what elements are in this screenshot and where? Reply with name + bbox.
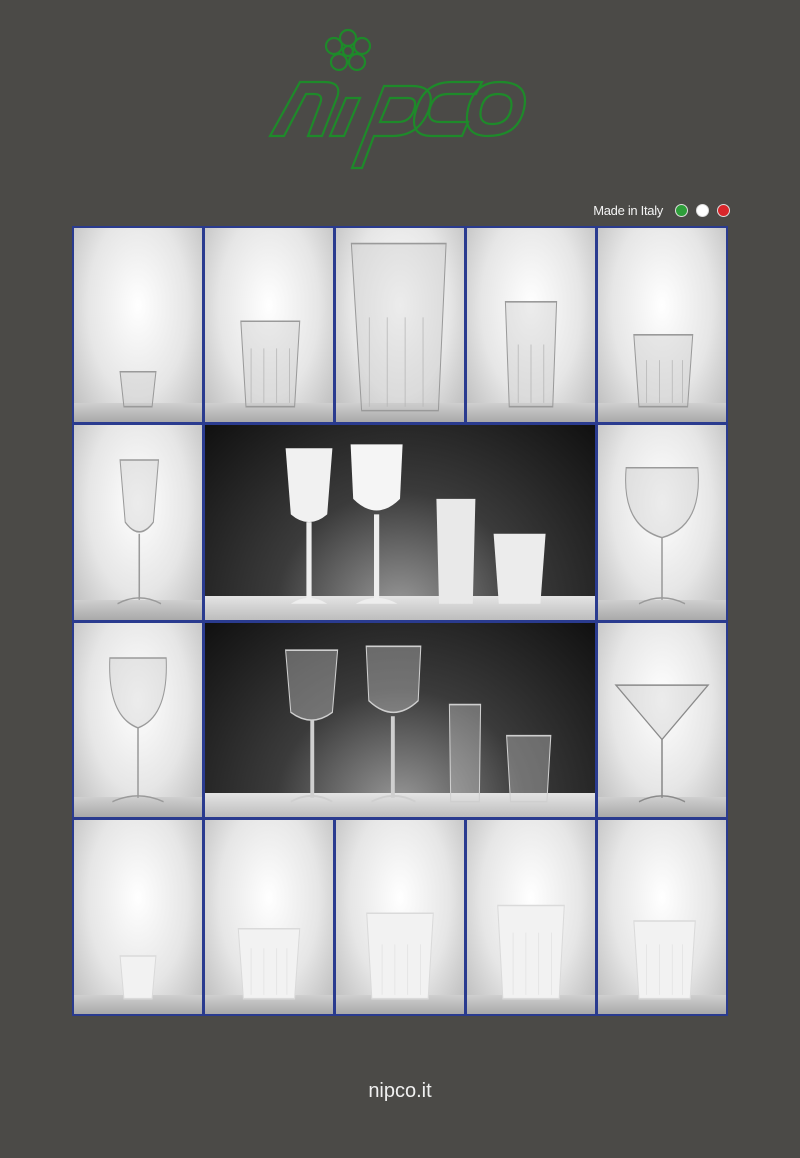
product-photo-rocks-tumbler-frosted — [598, 819, 726, 1014]
product-photo-tumbler-clear — [205, 228, 333, 423]
product-photo-rocks-tumbler-clear — [598, 228, 726, 423]
product-photo-shot-tumbler-clear — [74, 228, 202, 423]
made-in-italy-badge: Made in Italy — [593, 201, 730, 219]
product-photo-wine-glass-clear — [74, 622, 202, 817]
product-photo-highball-tumbler-frosted — [467, 819, 595, 1014]
product-photo-balloon-wine-glass-clear — [598, 425, 726, 620]
product-photo-tall-tumbler-clear — [336, 228, 464, 423]
product-photo-shot-tumbler-frosted — [74, 819, 202, 1014]
product-photo-clear-glassware-set — [205, 622, 595, 817]
product-photo-champagne-flute-clear — [74, 425, 202, 620]
flag-white-dot — [696, 203, 709, 217]
flag-red-dot — [717, 203, 730, 217]
product-photo-tall-tumbler-frosted — [336, 819, 464, 1014]
product-grid — [72, 226, 728, 1016]
product-photo-tumbler-frosted — [205, 819, 333, 1014]
nipco-logo — [268, 28, 527, 170]
website-url: nipco.it — [368, 1080, 432, 1102]
flower-emblem-icon — [324, 28, 372, 72]
product-photo-martini-glass-clear — [598, 622, 726, 817]
made-in-italy-label: Made in Italy — [593, 202, 663, 218]
product-photo-white-glassware-set — [205, 425, 595, 620]
product-photo-highball-tumbler-clear — [467, 228, 595, 423]
flag-green-dot — [675, 203, 688, 217]
